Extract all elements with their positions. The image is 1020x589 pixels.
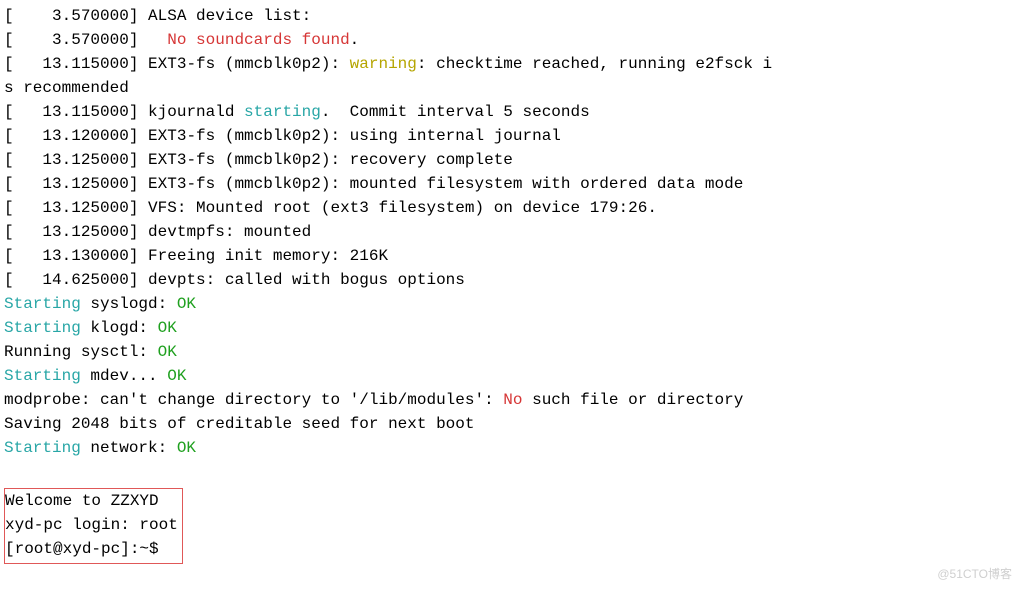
error-text: No [503, 391, 522, 409]
service-line: Starting klogd: OK [4, 316, 1020, 340]
timestamp: [ 13.125000] [4, 223, 148, 241]
log-text: ALSA device list: [148, 7, 311, 25]
log-text: . Commit interval 5 seconds [321, 103, 590, 121]
terminal-output: [ 3.570000] ALSA device list: [ 3.570000… [4, 4, 1020, 564]
log-text: devtmpfs: mounted [148, 223, 311, 241]
service-line: Starting syslogd: OK [4, 292, 1020, 316]
log-text: Freeing init memory: 216K [148, 247, 388, 265]
log-text: VFS: Mounted root (ext3 filesystem) on d… [148, 199, 657, 217]
action-text: Starting [4, 319, 81, 337]
service-line: Starting network: OK [4, 436, 1020, 460]
ok-status: OK [177, 295, 196, 313]
ok-status: OK [158, 343, 177, 361]
log-text: EXT3-fs (mmcblk0p2): mounted filesystem … [148, 175, 743, 193]
kernel-line: [ 13.125000] EXT3-fs (mmcblk0p2): recove… [4, 148, 1020, 172]
service-line: Saving 2048 bits of creditable seed for … [4, 412, 1020, 436]
watermark: @51CTO博客 [937, 565, 1012, 583]
service-line: modprobe: can't change directory to '/li… [4, 388, 1020, 412]
log-text: s recommended [4, 79, 129, 97]
log-text: devpts: called with bogus options [148, 271, 465, 289]
login-input-value[interactable]: root [139, 516, 177, 534]
warning-text: warning [350, 55, 417, 73]
log-text: EXT3-fs (mmcblk0p2): [148, 55, 350, 73]
service-label: syslogd: [81, 295, 177, 313]
kernel-line: [ 13.115000] kjournald starting. Commit … [4, 100, 1020, 124]
service-label: mdev... [81, 367, 167, 385]
timestamp: [ 13.125000] [4, 151, 148, 169]
timestamp: [ 13.115000] [4, 103, 148, 121]
log-text: : checktime reached, running e2fsck i [417, 55, 772, 73]
kernel-line: [ 13.125000] devtmpfs: mounted [4, 220, 1020, 244]
shell-prompt-line: [root@xyd-pc]:~$ [5, 537, 178, 561]
log-text: such file or directory [522, 391, 743, 409]
ok-status: OK [158, 319, 177, 337]
kernel-line: [ 13.115000] EXT3-fs (mmcblk0p2): warnin… [4, 52, 1020, 76]
welcome-line: Welcome to ZZXYD [5, 489, 178, 513]
kernel-line: [ 3.570000] ALSA device list: [4, 4, 1020, 28]
timestamp: [ 13.115000] [4, 55, 148, 73]
status-text: starting [244, 103, 321, 121]
log-text: EXT3-fs (mmcblk0p2): recovery complete [148, 151, 513, 169]
error-text: No soundcards found [167, 31, 349, 49]
action-text: Starting [4, 439, 81, 457]
log-text: Saving 2048 bits of creditable seed for … [4, 415, 474, 433]
kernel-line-wrap: s recommended [4, 76, 1020, 100]
log-text: kjournald [148, 103, 244, 121]
service-line: Running sysctl: OK [4, 340, 1020, 364]
action-text: Starting [4, 295, 81, 313]
action-text: Starting [4, 367, 81, 385]
log-text: EXT3-fs (mmcblk0p2): using internal jour… [148, 127, 561, 145]
timestamp: [ 14.625000] [4, 271, 148, 289]
welcome-text: Welcome to ZZXYD [5, 492, 159, 510]
login-highlight-box: Welcome to ZZXYD xyd-pc login: root [roo… [4, 488, 183, 564]
timestamp: [ 13.125000] [4, 199, 148, 217]
service-label: klogd: [81, 319, 158, 337]
kernel-line: [ 13.125000] VFS: Mounted root (ext3 fil… [4, 196, 1020, 220]
kernel-line: [ 13.125000] EXT3-fs (mmcblk0p2): mounte… [4, 172, 1020, 196]
service-label: network: [81, 439, 177, 457]
timestamp: [ 13.130000] [4, 247, 148, 265]
ok-status: OK [167, 367, 186, 385]
timestamp: [ 13.125000] [4, 175, 148, 193]
ok-status: OK [177, 439, 196, 457]
shell-prompt: [root@xyd-pc]:~$ [5, 540, 168, 558]
timestamp: [ 13.120000] [4, 127, 148, 145]
kernel-line: [ 14.625000] devpts: called with bogus o… [4, 268, 1020, 292]
log-text: . [350, 31, 360, 49]
service-line: Starting mdev... OK [4, 364, 1020, 388]
login-prompt-line: xyd-pc login: root [5, 513, 178, 537]
kernel-line: [ 13.130000] Freeing init memory: 216K [4, 244, 1020, 268]
kernel-line: [ 13.120000] EXT3-fs (mmcblk0p2): using … [4, 124, 1020, 148]
timestamp: [ 3.570000] [4, 31, 167, 49]
log-text: modprobe: can't change directory to '/li… [4, 391, 503, 409]
timestamp: [ 3.570000] [4, 7, 148, 25]
blank-line [4, 460, 1020, 484]
kernel-line: [ 3.570000] No soundcards found. [4, 28, 1020, 52]
service-label: Running sysctl: [4, 343, 158, 361]
login-prompt-label: xyd-pc login: [5, 516, 139, 534]
